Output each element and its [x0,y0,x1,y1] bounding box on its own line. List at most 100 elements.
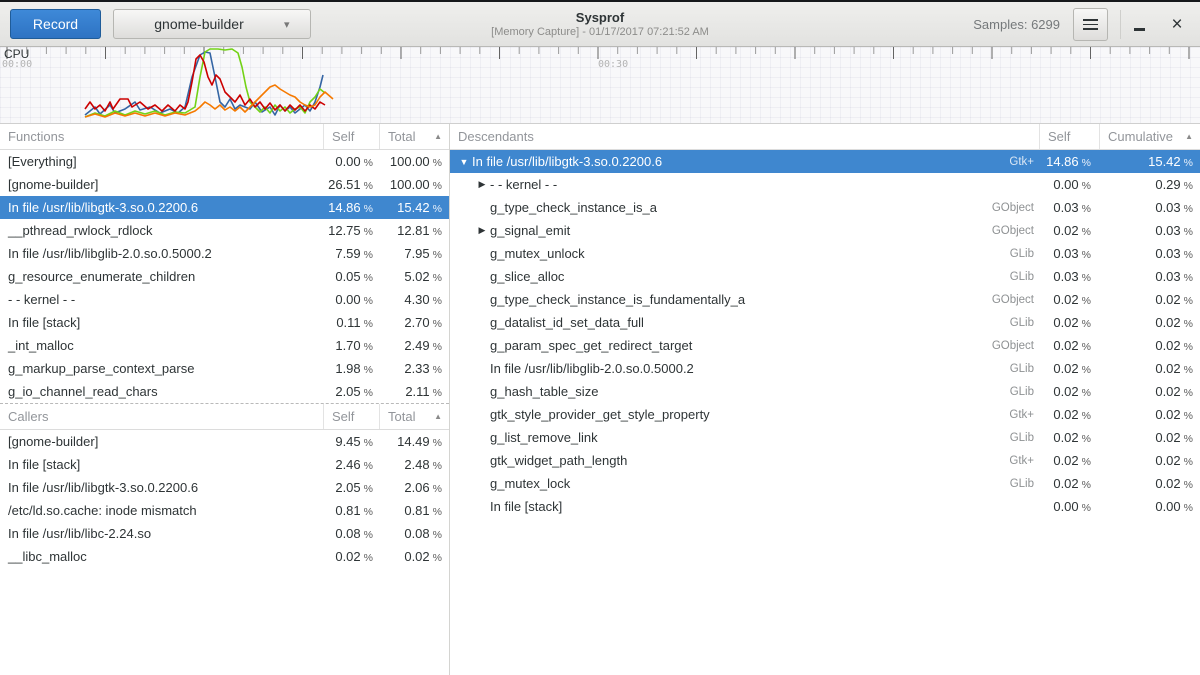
descendants-tree-row[interactable]: ▶- - kernel - -0.00%0.29% [450,173,1200,196]
descendants-tree-row[interactable]: g_slice_allocGLib0.03%0.03% [450,265,1200,288]
function-name: g_signal_emit [490,223,570,238]
self-percent: 0.00% [324,154,380,169]
descendants-tree-row[interactable]: In file /usr/lib/libglib-2.0.so.0.5000.2… [450,357,1200,380]
self-percent: 0.02% [1040,384,1100,399]
function-name: gtk_widget_path_length [490,453,627,468]
callers-table-row[interactable]: __libc_malloc0.02%0.02% [0,545,449,568]
total-column-header[interactable]: Total▲ [380,404,449,429]
functions-table-row[interactable]: [Everything]0.00%100.00% [0,150,449,173]
total-percent: 0.81% [380,503,449,518]
functions-table-row[interactable]: g_markup_parse_context_parse1.98%2.33% [0,357,449,380]
descendants-table-body: ▼In file /usr/lib/libgtk-3.so.0.2200.6Gt… [450,150,1200,518]
library-badge: Gtk+ [964,156,1040,168]
function-name: In file /usr/lib/libc-2.24.so [0,526,324,541]
function-name: g_io_channel_read_chars [0,384,324,399]
process-selector-dropdown[interactable]: gnome-builder ▾ [113,9,311,39]
cumulative-percent: 0.02% [1100,292,1200,307]
callers-table-row[interactable]: In file /usr/lib/libgtk-3.so.0.2200.62.0… [0,476,449,499]
tree-row-name: In file /usr/lib/libglib-2.0.so.0.5000.2 [450,361,964,376]
library-badge: GObject [964,225,1040,237]
functions-table-row[interactable]: g_io_channel_read_chars2.05%2.11% [0,380,449,403]
function-name: /etc/ld.so.cache: inode mismatch [0,503,324,518]
cpu-timeline-graph[interactable]: CPU 00:00 00:30 [0,47,1200,124]
descendants-column-header[interactable]: Descendants [450,124,1040,149]
descendants-tree-row[interactable]: gtk_style_provider_get_style_propertyGtk… [450,403,1200,426]
function-name: [Everything] [0,154,324,169]
library-badge: Gtk+ [964,409,1040,421]
functions-table-row[interactable]: __pthread_rwlock_rdlock12.75%12.81% [0,219,449,242]
callers-table-row[interactable]: In file /usr/lib/libc-2.24.so0.08%0.08% [0,522,449,545]
descendants-tree-row[interactable]: g_param_spec_get_redirect_targetGObject0… [450,334,1200,357]
tree-row-name: ▼In file /usr/lib/libgtk-3.so.0.2200.6 [450,154,964,169]
chevron-down-icon: ▾ [284,18,310,31]
tree-row-name: g_slice_alloc [450,269,964,284]
total-percent: 4.30% [380,292,449,307]
functions-table-row[interactable]: In file /usr/lib/libgtk-3.so.0.2200.614.… [0,196,449,219]
self-percent: 0.00% [324,292,380,307]
window-subtitle: [Memory Capture] - 01/17/2017 07:21:52 A… [491,26,709,39]
functions-table-row[interactable]: g_resource_enumerate_children0.05%5.02% [0,265,449,288]
descendants-pane: Descendants Self Cumulative▲ ▼In file /u… [450,124,1200,675]
self-percent: 9.45% [324,434,380,449]
cumulative-column-header[interactable]: Cumulative▲ [1100,124,1200,149]
main-content: Functions Self Total▲ [Everything]0.00%1… [0,124,1200,675]
self-column-header[interactable]: Self [324,124,380,149]
callers-table-row[interactable]: [gnome-builder]9.45%14.49% [0,430,449,453]
total-percent: 15.42% [380,200,449,215]
functions-table-row[interactable]: In file /usr/lib/libglib-2.0.so.0.5000.2… [0,242,449,265]
record-button[interactable]: Record [10,9,101,39]
callers-table-row[interactable]: /etc/ld.so.cache: inode mismatch0.81%0.8… [0,499,449,522]
descendants-tree-row[interactable]: g_type_check_instance_is_aGObject0.03%0.… [450,196,1200,219]
descendants-tree-row[interactable]: g_type_check_instance_is_fundamentally_a… [450,288,1200,311]
function-name: [gnome-builder] [0,177,324,192]
self-percent: 0.02% [1040,476,1100,491]
tree-row-name: ▶- - kernel - - [450,177,964,192]
descendants-tree-row[interactable]: gtk_widget_path_lengthGtk+0.02%0.02% [450,449,1200,472]
cumulative-percent: 0.03% [1100,246,1200,261]
samples-count: Samples: 6299 [973,2,1060,47]
functions-table-row[interactable]: In file [stack]0.11%2.70% [0,311,449,334]
descendants-tree-row[interactable]: g_datalist_id_set_data_fullGLib0.02%0.02… [450,311,1200,334]
descendants-tree-row[interactable]: ▶g_signal_emitGObject0.02%0.03% [450,219,1200,242]
descendants-tree-row[interactable]: g_mutex_lockGLib0.02%0.02% [450,472,1200,495]
functions-table-row[interactable]: - - kernel - -0.00%4.30% [0,288,449,311]
descendants-tree-row[interactable]: g_list_remove_linkGLib0.02%0.02% [450,426,1200,449]
library-badge: Gtk+ [964,455,1040,467]
minimize-icon [1134,28,1145,30]
menu-button[interactable] [1073,8,1108,41]
cumulative-percent: 0.02% [1100,384,1200,399]
function-name: In file [stack] [0,315,324,330]
descendants-tree-row[interactable]: g_hash_table_sizeGLib0.02%0.02% [450,380,1200,403]
function-name: g_hash_table_size [490,384,598,399]
descendants-tree-row[interactable]: g_mutex_unlockGLib0.03%0.03% [450,242,1200,265]
tree-row-name: g_datalist_id_set_data_full [450,315,964,330]
library-badge: GLib [964,432,1040,444]
expander-closed-icon[interactable]: ▶ [474,179,490,190]
self-column-header[interactable]: Self [324,404,380,429]
function-name: In file [stack] [490,499,562,514]
functions-table-row[interactable]: [gnome-builder]26.51%100.00% [0,173,449,196]
close-button[interactable]: × [1160,2,1194,47]
function-name: g_slice_alloc [490,269,564,284]
descendants-tree-row[interactable]: ▼In file /usr/lib/libgtk-3.so.0.2200.6Gt… [450,150,1200,173]
functions-column-header[interactable]: Functions [0,124,324,149]
functions-table-row[interactable]: _int_malloc1.70%2.49% [0,334,449,357]
minimize-button[interactable] [1122,2,1156,47]
self-percent: 0.03% [1040,269,1100,284]
expander-closed-icon[interactable]: ▶ [474,225,490,236]
function-name: _int_malloc [0,338,324,353]
descendants-tree-row[interactable]: In file [stack]0.00%0.00% [450,495,1200,518]
total-percent: 100.00% [380,177,449,192]
functions-pane: Functions Self Total▲ [Everything]0.00%1… [0,124,449,675]
self-column-header[interactable]: Self [1040,124,1100,149]
total-percent: 12.81% [380,223,449,238]
self-percent: 14.86% [324,200,380,215]
total-percent: 2.48% [380,457,449,472]
function-name: [gnome-builder] [0,434,324,449]
callers-column-header[interactable]: Callers [0,404,324,429]
tree-row-name: gtk_widget_path_length [450,453,964,468]
total-column-header[interactable]: Total▲ [380,124,449,149]
expander-open-icon[interactable]: ▼ [456,157,472,167]
callers-table-row[interactable]: In file [stack]2.46%2.48% [0,453,449,476]
self-percent: 0.00% [1040,177,1100,192]
